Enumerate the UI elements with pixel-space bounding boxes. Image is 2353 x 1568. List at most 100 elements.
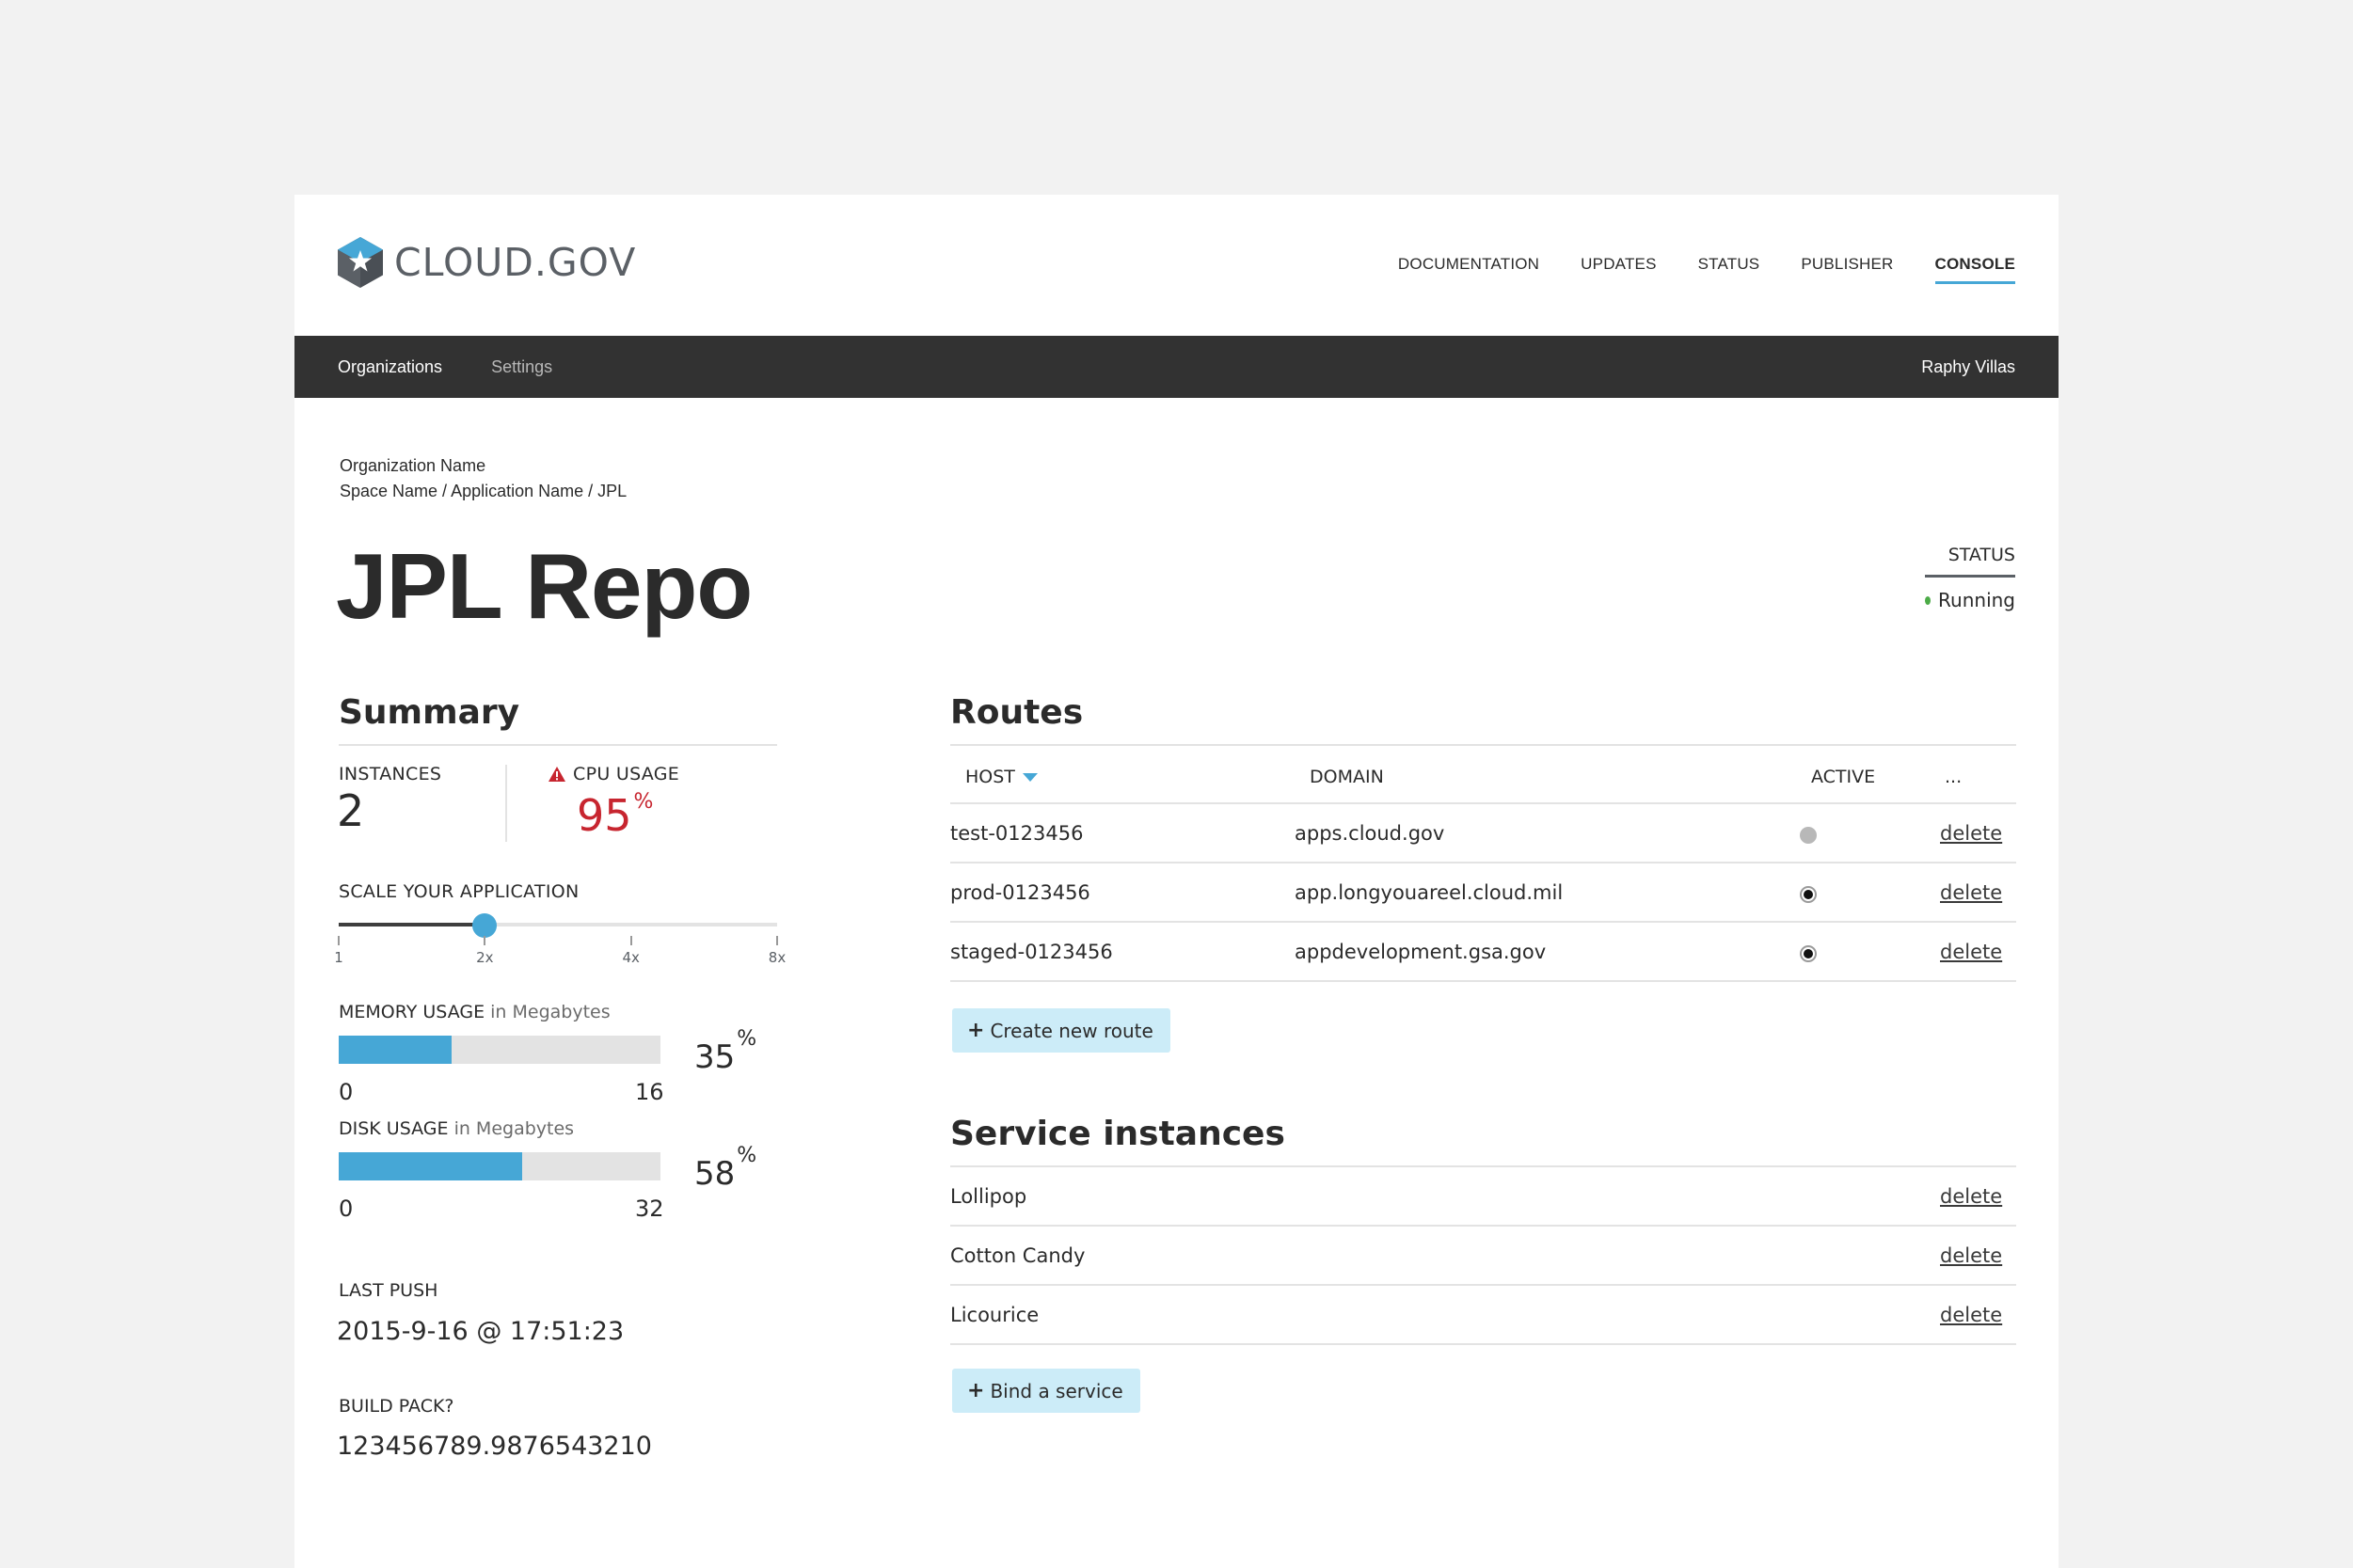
active-radio[interactable]	[1800, 827, 1817, 844]
table-row: Lollipop delete	[950, 1167, 2016, 1227]
status-box: STATUS Running	[1925, 545, 2015, 611]
disk-unit-label: in Megabytes	[453, 1118, 575, 1139]
subnav-settings[interactable]: Settings	[491, 357, 552, 377]
nav-updates[interactable]: UPDATES	[1581, 255, 1656, 284]
table-row: Licourice delete	[950, 1286, 2016, 1345]
breadcrumb-path[interactable]: Space Name / Application Name / JPL	[340, 482, 627, 501]
build-pack-value: 123456789.9876543210	[337, 1432, 652, 1461]
col-more[interactable]: ...	[1945, 767, 1962, 787]
status-label: STATUS	[1925, 545, 2015, 578]
route-host: test-0123456	[950, 822, 1084, 845]
create-route-button[interactable]: + Create new route	[952, 1008, 1170, 1053]
routes-table: HOST DOMAIN ACTIVE ... test-0123456 apps.…	[950, 744, 2016, 982]
active-radio[interactable]	[1800, 945, 1817, 962]
col-domain: DOMAIN	[1310, 767, 1384, 787]
summary-vertical-divider	[505, 765, 507, 842]
memory-percent-unit: %	[737, 1027, 757, 1051]
memory-percent-number: 35	[694, 1038, 736, 1076]
service-instances-heading: Service instances	[950, 1115, 1285, 1153]
build-pack-label: BUILD PACK?	[339, 1396, 454, 1417]
services-body: Lollipop delete Cotton Candy delete Licouric…	[950, 1167, 2016, 1345]
table-row: test-0123456 apps.cloud.gov delete	[950, 804, 2016, 863]
memory-min: 0	[339, 1079, 354, 1105]
slider-fill	[339, 923, 485, 927]
cpu-usage-value: 95%	[577, 790, 653, 841]
last-push-label: LAST PUSH	[339, 1280, 438, 1301]
nav-status[interactable]: STATUS	[1698, 255, 1760, 284]
page-title: JPL Repo	[336, 534, 753, 638]
memory-usage-label-text: MEMORY USAGE	[339, 1002, 485, 1022]
route-domain: appdevelopment.gsa.gov	[1295, 941, 1547, 963]
page-card: CLOUD.GOV DOCUMENTATION UPDATES STATUS P…	[294, 195, 2059, 1568]
status-text: Running	[1938, 589, 2015, 611]
service-name: Cotton Candy	[950, 1244, 1086, 1267]
cpu-usage-unit: %	[633, 790, 654, 814]
nav-console[interactable]: CONSOLE	[1934, 255, 2015, 284]
route-host: staged-0123456	[950, 941, 1113, 963]
summary-heading: Summary	[339, 693, 520, 732]
nav-publisher[interactable]: PUBLISHER	[1801, 255, 1893, 284]
bind-service-button[interactable]: + Bind a service	[952, 1369, 1140, 1413]
bind-service-label: Bind a service	[990, 1379, 1123, 1402]
delete-route-link[interactable]: delete	[1940, 822, 2002, 845]
breadcrumb-organization[interactable]: Organization Name	[340, 456, 485, 476]
subnav-organizations[interactable]: Organizations	[338, 357, 442, 377]
logo-text: CLOUD.GOV	[394, 240, 637, 285]
scale-slider[interactable]	[339, 912, 777, 941]
plus-icon: +	[967, 1379, 985, 1402]
route-host: prod-0123456	[950, 881, 1090, 904]
disk-usage-label-text: DISK USAGE	[339, 1118, 449, 1139]
memory-max: 16	[635, 1079, 664, 1105]
memory-usage-label: MEMORY USAGE in Megabytes	[339, 1002, 611, 1022]
routes-heading: Routes	[950, 693, 1084, 732]
route-domain: apps.cloud.gov	[1295, 822, 1445, 845]
slider-thumb[interactable]	[472, 913, 498, 938]
table-row: staged-0123456 appdevelopment.gsa.gov dele…	[950, 923, 2016, 982]
table-row: prod-0123456 app.longyouareel.cloud.mil de…	[950, 863, 2016, 923]
sub-nav-bar: Organizations Settings Raphy Villas	[294, 336, 2059, 398]
scale-label: SCALE YOUR APPLICATION	[339, 881, 580, 902]
table-row: Cotton Candy delete	[950, 1227, 2016, 1286]
user-menu[interactable]: Raphy Villas	[1921, 336, 2015, 398]
sort-caret-icon	[1022, 772, 1038, 782]
delete-service-link[interactable]: delete	[1940, 1304, 2002, 1326]
status-dot-icon	[1925, 595, 1932, 605]
delete-route-link[interactable]: delete	[1940, 941, 2002, 963]
memory-unit-label: in Megabytes	[490, 1002, 611, 1022]
active-radio[interactable]	[1800, 886, 1817, 903]
slider-tick	[629, 936, 632, 945]
cpu-usage-number: 95	[577, 790, 632, 841]
col-active: ACTIVE	[1811, 767, 1876, 787]
cpu-usage-label: CPU USAGE	[549, 764, 679, 784]
memory-percent: 35%	[694, 1027, 756, 1076]
delete-route-link[interactable]: delete	[1940, 881, 2002, 904]
create-route-label: Create new route	[990, 1019, 1153, 1042]
disk-min: 0	[339, 1196, 354, 1222]
slider-tick	[484, 936, 486, 945]
delete-service-link[interactable]: delete	[1940, 1185, 2002, 1208]
top-nav: DOCUMENTATION UPDATES STATUS PUBLISHER C…	[1398, 255, 2015, 284]
delete-service-link[interactable]: delete	[1940, 1244, 2002, 1267]
memory-usage-fill	[339, 1036, 452, 1064]
service-name: Licourice	[950, 1304, 1040, 1326]
nav-documentation[interactable]: DOCUMENTATION	[1398, 255, 1539, 284]
disk-percent-number: 58	[694, 1155, 736, 1193]
warning-icon	[549, 767, 565, 782]
instances-value: 2	[337, 785, 365, 836]
slider-tick-label: 2x	[476, 949, 494, 966]
cloud-gov-logo-icon	[338, 237, 383, 288]
status-value: Running	[1925, 589, 2015, 611]
plus-icon: +	[967, 1019, 985, 1042]
disk-usage-bar	[339, 1152, 660, 1180]
logo[interactable]: CLOUD.GOV	[338, 237, 636, 288]
disk-percent-unit: %	[737, 1144, 757, 1167]
slider-tick-label: 8x	[768, 949, 787, 966]
memory-usage-bar	[339, 1036, 660, 1064]
disk-usage-fill	[339, 1152, 522, 1180]
services-table: Lollipop delete Cotton Candy delete Licouric…	[950, 1165, 2016, 1345]
col-host-label: HOST	[965, 767, 1015, 787]
col-host[interactable]: HOST	[965, 767, 1038, 787]
service-name: Lollipop	[950, 1185, 1027, 1208]
summary-divider	[339, 744, 777, 746]
site-header: CLOUD.GOV DOCUMENTATION UPDATES STATUS P…	[294, 195, 2059, 336]
